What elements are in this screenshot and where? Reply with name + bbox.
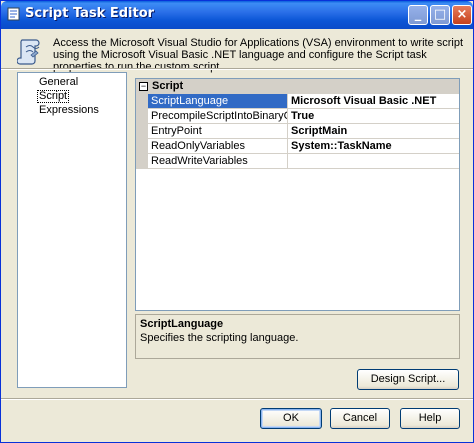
window-title: Script Task Editor — [25, 6, 155, 21]
property-value[interactable]: True — [289, 109, 461, 123]
property-row-entrypoint[interactable]: EntryPoint ScriptMain — [136, 124, 459, 139]
property-value[interactable]: System::TaskName — [289, 139, 461, 153]
nav-item-script[interactable]: Script — [37, 90, 70, 103]
row-gutter — [136, 109, 148, 124]
nav-item-expressions[interactable]: Expressions — [37, 104, 101, 117]
row-gutter — [136, 139, 148, 154]
description-text: Specifies the scripting language. — [140, 332, 299, 344]
property-description-panel: ScriptLanguage Specifies the scripting l… — [135, 314, 460, 359]
page-navigation-list[interactable]: General Script Expressions — [17, 72, 127, 388]
header-separator — [1, 68, 473, 70]
property-grid[interactable]: − Script ScriptLanguage Microsoft Visual… — [135, 78, 460, 311]
row-gutter — [136, 94, 148, 109]
minimize-icon: _ — [414, 7, 422, 22]
header-panel: Access the Microsoft Visual Studio for A… — [1, 29, 473, 73]
property-row-precompilescriptintobinarycode[interactable]: PrecompileScriptIntoBinaryCode True — [136, 109, 459, 124]
row-gutter — [136, 154, 148, 169]
property-row-readwritevariables[interactable]: ReadWriteVariables — [136, 154, 459, 169]
property-category-script[interactable]: − Script — [136, 79, 459, 94]
maximize-icon: □ — [433, 7, 447, 22]
design-script-button[interactable]: Design Script... — [357, 369, 459, 390]
property-name: ReadWriteVariables — [148, 154, 288, 168]
ok-button[interactable]: OK — [260, 408, 322, 429]
title-bar[interactable]: Script Task Editor _ □ × — [1, 1, 473, 29]
category-label: Script — [152, 80, 184, 92]
script-task-editor-window: Script Task Editor _ □ × Access the Micr… — [0, 0, 474, 443]
property-name: PrecompileScriptIntoBinaryCode — [148, 109, 288, 123]
row-gutter — [136, 124, 148, 139]
property-name: EntryPoint — [148, 124, 288, 138]
property-name: ReadOnlyVariables — [148, 139, 288, 153]
cancel-button[interactable]: Cancel — [330, 408, 390, 429]
description-title: ScriptLanguage — [140, 318, 224, 330]
property-value[interactable] — [289, 154, 461, 168]
script-task-icon — [7, 7, 20, 21]
help-button[interactable]: Help — [400, 408, 460, 429]
minimize-button[interactable]: _ — [408, 5, 428, 25]
collapse-icon[interactable]: − — [139, 82, 148, 91]
close-button[interactable]: × — [452, 5, 472, 25]
property-name: ScriptLanguage — [148, 94, 288, 108]
property-value[interactable]: Microsoft Visual Basic .NET — [289, 94, 461, 108]
maximize-button[interactable]: □ — [430, 5, 450, 25]
close-icon: × — [456, 7, 468, 22]
script-task-icon — [17, 39, 40, 65]
property-row-readonlyvariables[interactable]: ReadOnlyVariables System::TaskName — [136, 139, 459, 154]
property-row-scriptlanguage[interactable]: ScriptLanguage Microsoft Visual Basic .N… — [136, 94, 459, 109]
property-value[interactable]: ScriptMain — [289, 124, 461, 138]
nav-item-general[interactable]: General — [37, 76, 80, 89]
footer-separator — [1, 398, 473, 400]
